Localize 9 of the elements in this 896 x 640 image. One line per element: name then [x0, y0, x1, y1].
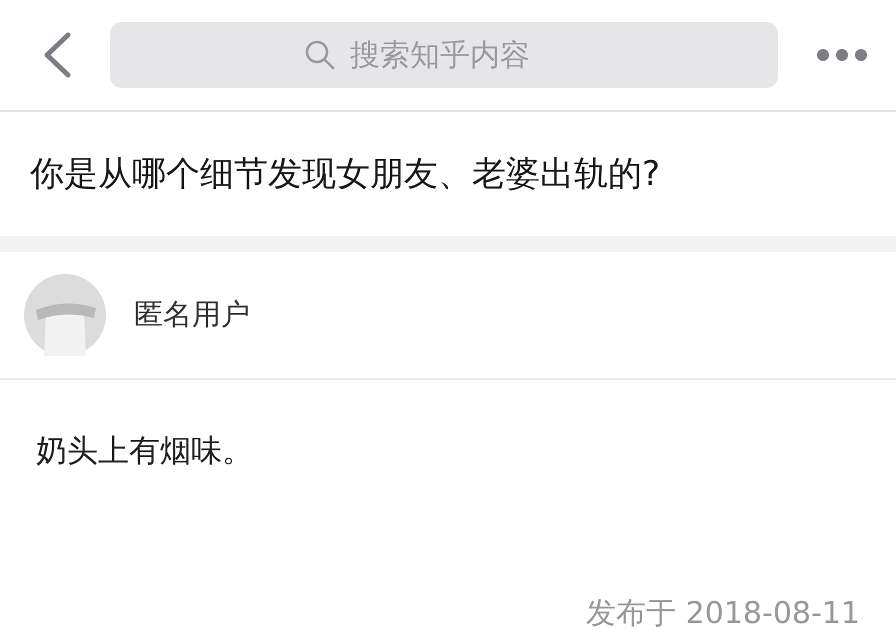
- more-icon[interactable]: [816, 48, 868, 62]
- publish-date: 发布于 2018-08-11: [586, 595, 860, 633]
- back-icon[interactable]: [42, 32, 72, 78]
- search-icon: [304, 39, 336, 71]
- avatar-icon: [24, 274, 106, 356]
- question-title: 你是从哪个细节发现女朋友、老婆出轨的?: [30, 153, 660, 196]
- search-field[interactable]: 搜索知乎内容: [110, 22, 778, 88]
- answer-text: 奶头上有烟味。: [36, 432, 253, 471]
- author-name[interactable]: 匿名用户: [134, 295, 250, 335]
